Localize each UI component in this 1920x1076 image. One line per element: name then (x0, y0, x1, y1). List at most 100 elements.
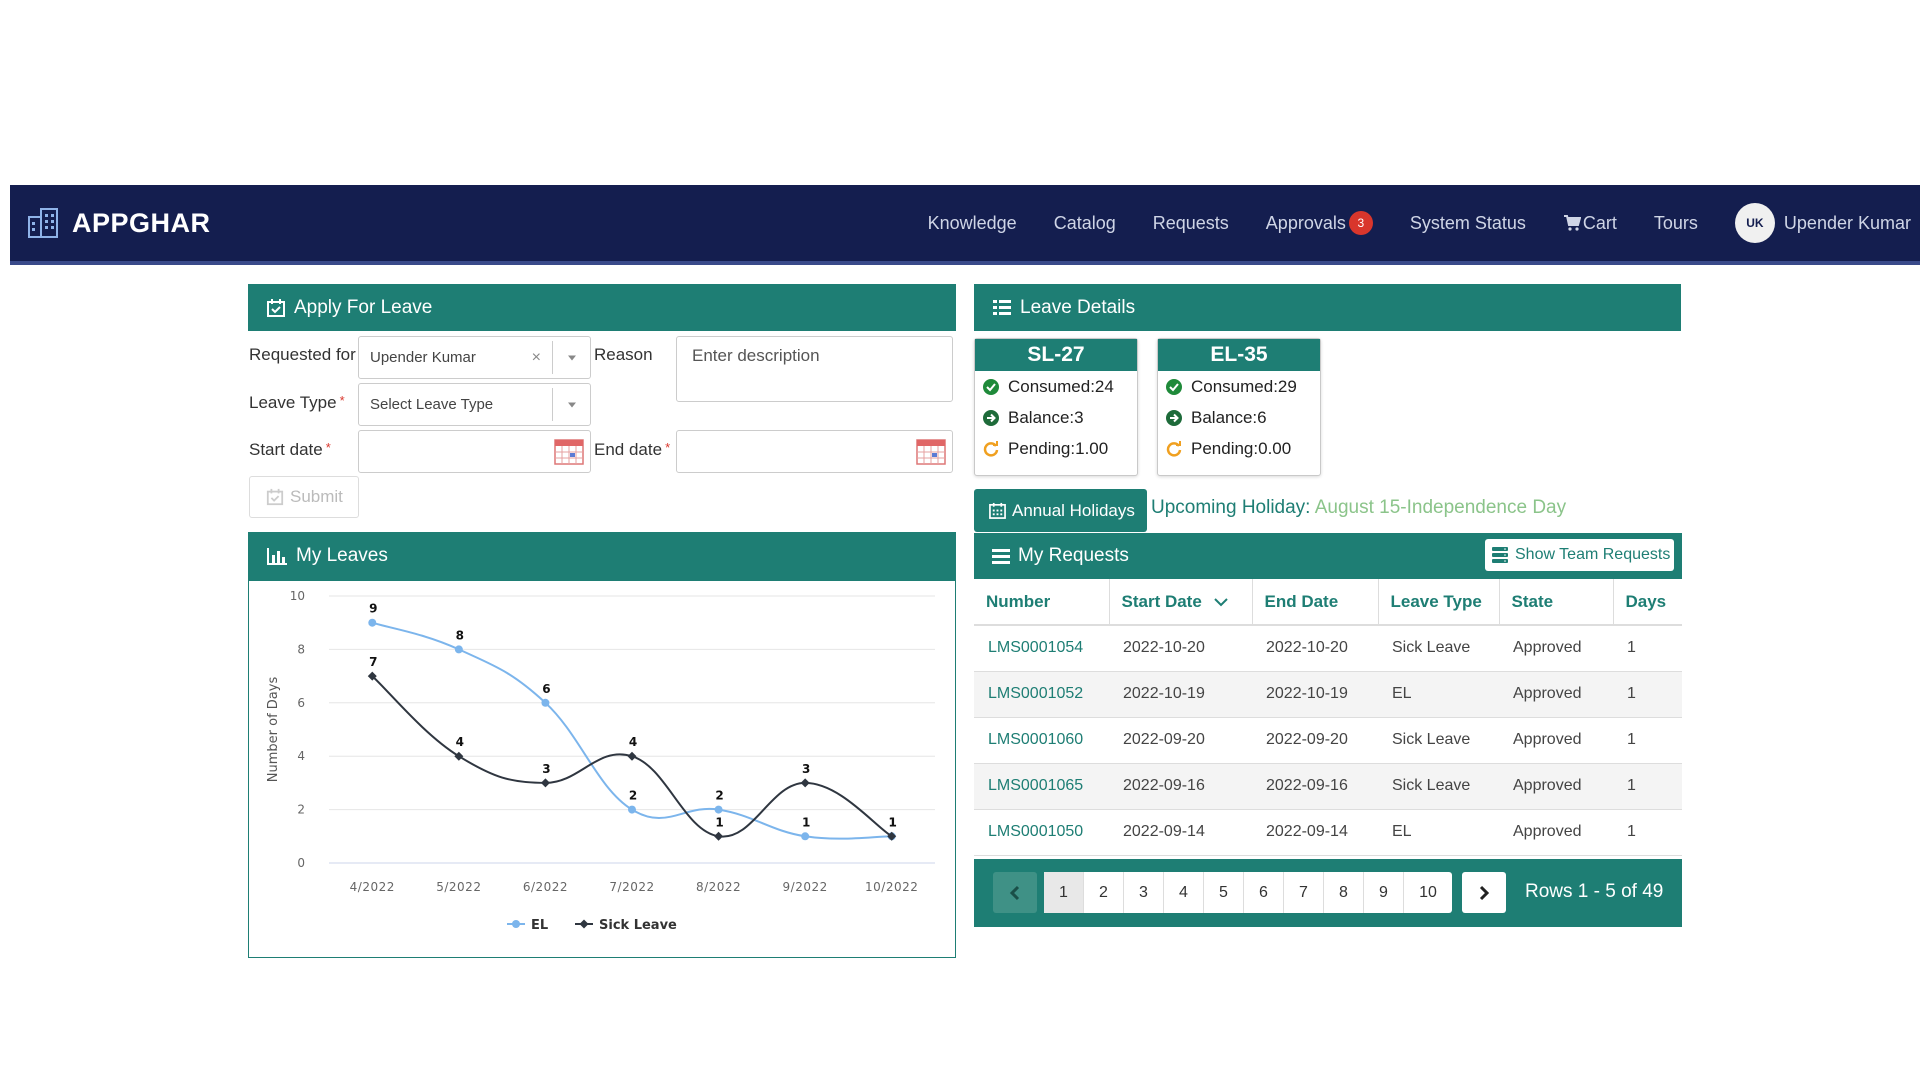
state-cell: Approved (1499, 763, 1613, 810)
page-button[interactable]: 7 (1284, 872, 1324, 913)
my-leaves-panel: 0 2 4 6 8 10 4/2022 5/2022 6/2022 7/2022 8/2022 9/2… (248, 580, 956, 958)
calendar-icon[interactable] (554, 437, 584, 465)
y-tick-label: 10 (290, 589, 305, 603)
nav-catalog[interactable]: Catalog (1054, 213, 1116, 234)
page-numbers: 1 2 3 4 5 6 7 8 9 10 (1044, 872, 1452, 913)
table-row[interactable]: LMS0001054 2022-10-20 2022-10-20 Sick Le… (974, 625, 1682, 672)
leave-type-cell: EL (1378, 809, 1499, 856)
prev-page-button[interactable] (993, 872, 1037, 913)
y-tick-label: 8 (297, 642, 305, 656)
table-header-row: Number Start Date End Date Leave Type St… (974, 579, 1682, 626)
page-button[interactable]: 10 (1404, 872, 1452, 913)
page-button[interactable]: 9 (1364, 872, 1404, 913)
requested-for-select[interactable]: Upender Kumar × (358, 336, 591, 379)
required-mark: * (665, 440, 671, 455)
nav-requests[interactable]: Requests (1153, 213, 1229, 234)
el-consumed-row: Consumed:29 (1158, 371, 1320, 402)
chevron-down-icon[interactable] (568, 402, 576, 407)
clear-icon[interactable]: × (532, 349, 541, 367)
table-row[interactable]: LMS0001050 2022-09-14 2022-09-14 EL Appr… (974, 809, 1682, 856)
page-button[interactable]: 8 (1324, 872, 1364, 913)
data-point-el (541, 698, 550, 707)
submit-label: Submit (290, 487, 343, 506)
approvals-count-badge: 3 (1348, 211, 1373, 235)
sl-balance: Balance:3 (1008, 407, 1084, 427)
brand[interactable]: APPGHAR (26, 205, 211, 241)
state-cell: Approved (1499, 717, 1613, 764)
request-number-link[interactable]: LMS0001065 (974, 763, 1109, 810)
requests-table: Number Start Date End Date Leave Type St… (974, 579, 1682, 856)
my-leaves-header: My Leaves (248, 532, 956, 580)
menu-icon (992, 549, 1010, 564)
data-label: 3 (542, 762, 550, 776)
user-avatar[interactable]: UK (1734, 203, 1775, 243)
show-team-requests-button[interactable]: Show Team Requests (1485, 539, 1674, 571)
page-button[interactable]: 5 (1204, 872, 1244, 913)
page-button[interactable]: 4 (1164, 872, 1204, 913)
x-tick-label: 5/2022 (436, 880, 481, 894)
end-date-label-text: End date (594, 440, 663, 459)
state-cell: Approved (1499, 671, 1613, 718)
nav-approvals-label: Approvals (1265, 212, 1346, 233)
request-number-link[interactable]: LMS0001054 (974, 625, 1109, 672)
building-logo-icon (28, 208, 58, 238)
submit-button[interactable]: Submit (249, 476, 359, 518)
annual-holidays-button[interactable]: Annual Holidays (974, 489, 1147, 532)
calendar-check-icon (267, 298, 285, 317)
col-leave-type[interactable]: Leave Type (1378, 579, 1500, 626)
col-number[interactable]: Number (974, 579, 1110, 626)
next-page-button[interactable] (1462, 872, 1506, 913)
request-number-link[interactable]: LMS0001050 (974, 809, 1109, 856)
nav-tours[interactable]: Tours (1654, 213, 1698, 234)
request-number-link[interactable]: LMS0001052 (974, 671, 1109, 718)
el-card-title: EL-35 (1158, 339, 1320, 371)
nav-system-status[interactable]: System Status (1410, 213, 1526, 234)
leave-type-select[interactable]: Select Leave Type (358, 383, 591, 426)
end-date-input[interactable] (676, 430, 953, 473)
table-row[interactable]: LMS0001065 2022-09-16 2022-09-16 Sick Le… (974, 763, 1682, 810)
page-button[interactable]: 2 (1084, 872, 1124, 913)
nav-cart[interactable]: Cart (1563, 213, 1617, 234)
data-point-el (368, 618, 377, 627)
legend-marker-el (512, 920, 520, 928)
required-mark: * (339, 393, 345, 408)
col-start-date[interactable]: Start Date (1109, 579, 1253, 626)
arrow-circle-right-icon (1166, 409, 1182, 426)
data-label: 1 (889, 815, 897, 829)
el-balance: Balance:6 (1191, 407, 1267, 427)
nav-approvals[interactable]: Approvals 3 (1266, 211, 1373, 235)
leave-type-label: Leave Type * (249, 393, 345, 413)
start-date-input[interactable] (358, 430, 591, 473)
user-name[interactable]: Upender Kumar (1784, 213, 1911, 234)
reason-textarea[interactable]: Enter description (676, 336, 953, 402)
col-end-date[interactable]: End Date (1252, 579, 1379, 626)
refresh-icon (1166, 440, 1182, 457)
data-label: 2 (715, 789, 723, 803)
page-button[interactable]: 6 (1244, 872, 1284, 913)
my-leaves-title: My Leaves (296, 545, 388, 566)
leave-details-header: Leave Details (974, 284, 1681, 331)
col-days[interactable]: Days (1613, 579, 1682, 626)
state-cell: Approved (1499, 625, 1613, 672)
list-icon (993, 299, 1011, 315)
page-button[interactable]: 3 (1124, 872, 1164, 913)
chevron-left-icon (1009, 885, 1020, 900)
sort-chevron-down-icon[interactable] (1213, 597, 1229, 607)
calendar-icon (989, 502, 1006, 519)
apply-leave-header: Apply For Leave (248, 284, 956, 331)
page-button[interactable]: 1 (1044, 872, 1084, 913)
request-number-link[interactable]: LMS0001060 (974, 717, 1109, 764)
brand-name: APPGHAR (72, 207, 211, 238)
start-date-cell: 2022-09-16 (1109, 763, 1252, 810)
sl-balance-row: Balance:3 (975, 402, 1137, 433)
table-row[interactable]: LMS0001060 2022-09-20 2022-09-20 Sick Le… (974, 717, 1682, 764)
data-label: 4 (456, 735, 464, 749)
col-state[interactable]: State (1499, 579, 1614, 626)
start-date-cell: 2022-09-20 (1109, 717, 1252, 764)
calendar-icon[interactable] (916, 437, 946, 465)
table-row[interactable]: LMS0001052 2022-10-19 2022-10-19 EL Appr… (974, 671, 1682, 718)
chevron-down-icon[interactable] (568, 355, 576, 360)
my-requests-title: My Requests (1018, 545, 1129, 566)
end-date-cell: 2022-09-20 (1252, 717, 1378, 764)
nav-knowledge[interactable]: Knowledge (928, 213, 1017, 234)
